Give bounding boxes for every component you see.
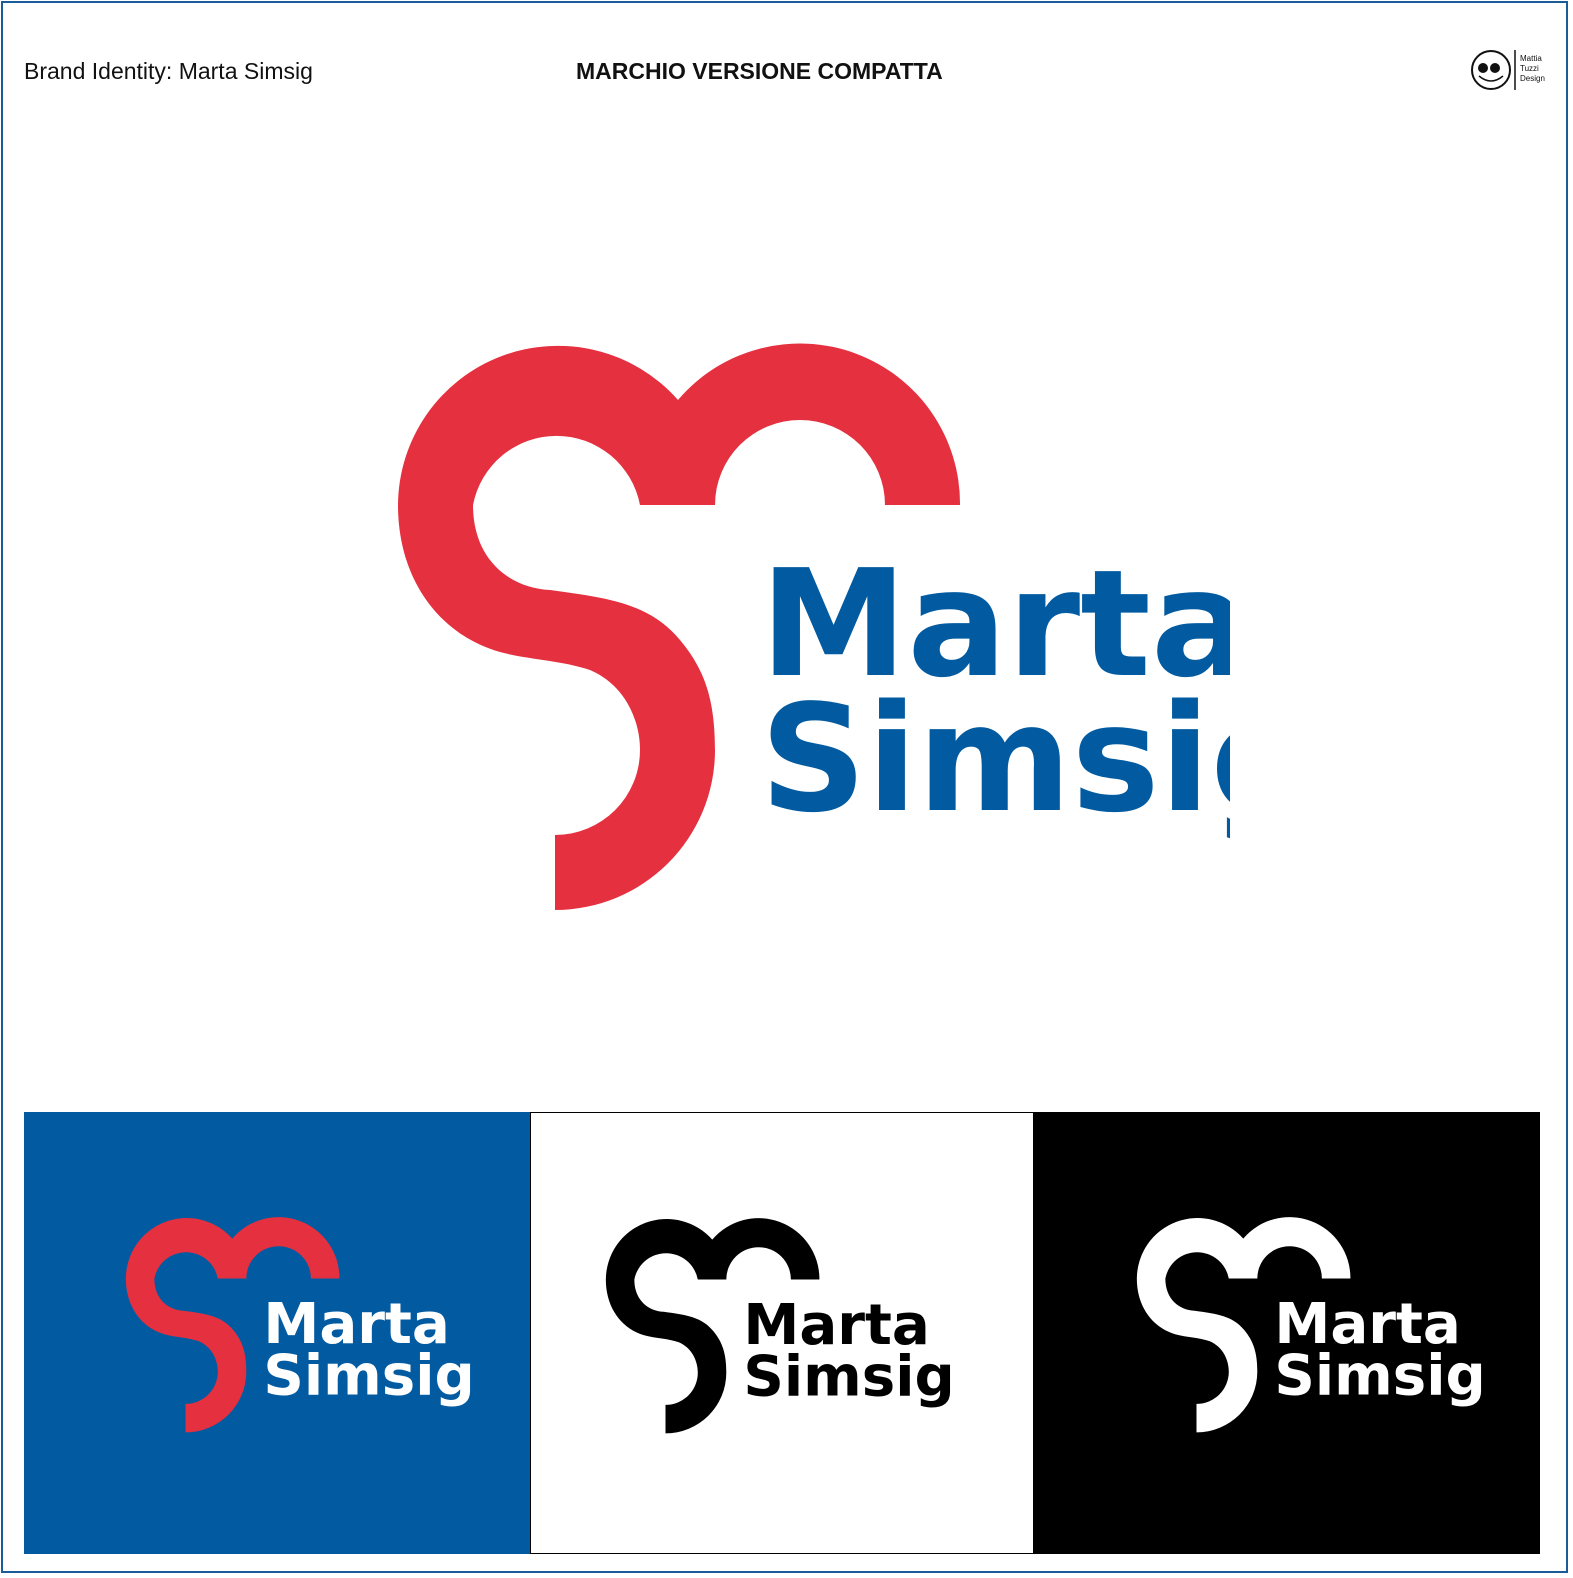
logo-text-line-2: Simsig xyxy=(743,1344,954,1409)
studio-line-2: Tuzzi xyxy=(1520,64,1539,73)
document-title: Brand Identity: Marta Simsig xyxy=(24,58,313,84)
variant-logo-white: Marta Simsig xyxy=(605,1218,955,1434)
variant-panel-white: Marta Simsig xyxy=(530,1112,1034,1554)
variant-logo-blue: Marta Simsig xyxy=(125,1217,475,1433)
logo-text-line-2: Simsig xyxy=(263,1343,474,1408)
studio-line-3: Design xyxy=(1520,74,1545,83)
section-title: MARCHIO VERSIONE COMPATTA xyxy=(576,58,943,84)
main-logo: Marta Simsig xyxy=(398,343,1230,910)
variant-panel-black: Marta Simsig xyxy=(1034,1112,1540,1554)
logo-text-line-2: Simsig xyxy=(1274,1343,1485,1408)
studio-name: Mattia Tuzzi Design xyxy=(1520,54,1545,84)
studio-line-1: Mattia xyxy=(1520,54,1542,63)
variant-panel-blue: Marta Simsig xyxy=(24,1112,530,1554)
variant-logo-black: Marta Simsig xyxy=(1136,1217,1486,1433)
logo-text-line-2: Simsig xyxy=(760,673,1230,845)
